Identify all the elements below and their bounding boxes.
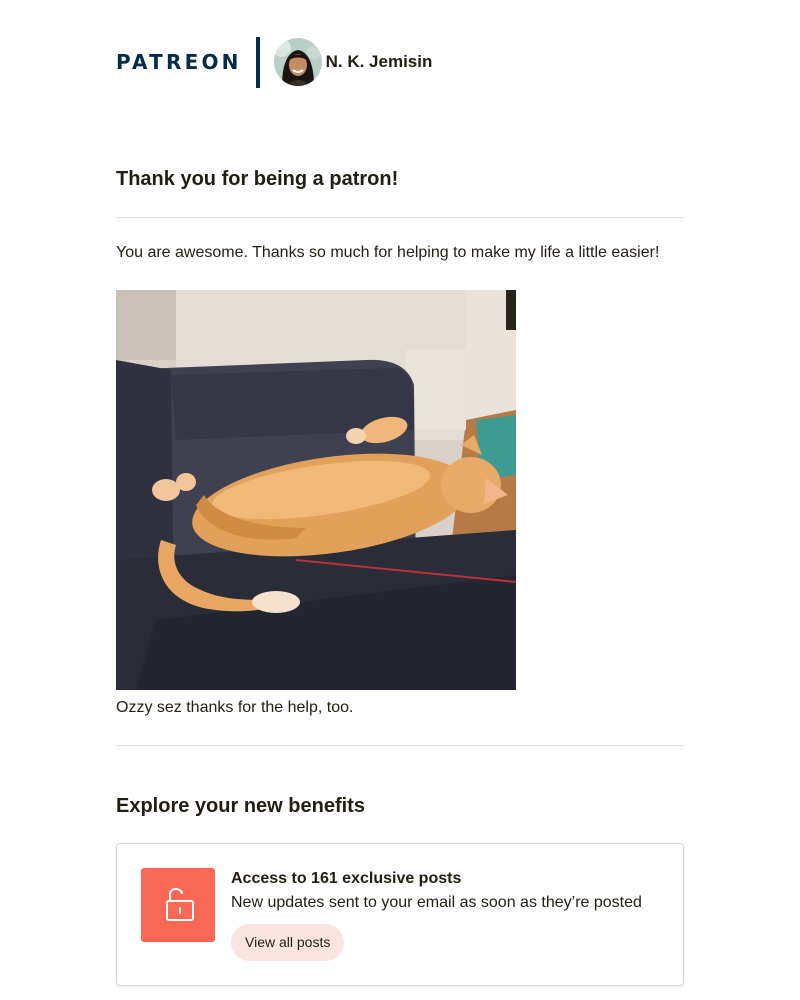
benefit-icon-tile: [141, 868, 215, 942]
thank-you-message: You are awesome. Thanks so much for help…: [116, 244, 660, 261]
unlock-icon: [158, 883, 198, 928]
creator-name[interactable]: N. K. Jemisin: [326, 52, 433, 72]
header-divider: [255, 36, 260, 88]
email-page: PATREON N. K. Jemisin Thank you for bein…: [0, 0, 800, 1000]
page-title: Thank you for being a patron!: [116, 168, 399, 190]
benefits-title: Explore your new benefits: [116, 795, 365, 817]
photo-caption: Ozzy sez thanks for the help, too.: [116, 699, 354, 716]
cat-photo: [116, 290, 516, 690]
avatar-image: [273, 38, 322, 86]
benefit-description: New updates sent to your email as soon a…: [231, 894, 642, 911]
benefit-card: Access to 161 exclusive posts New update…: [116, 843, 684, 986]
creator-avatar[interactable]: [273, 38, 322, 86]
view-all-posts-button[interactable]: View all posts: [231, 924, 345, 961]
benefit-heading: Access to 161 exclusive posts: [231, 870, 462, 887]
patreon-logo[interactable]: PATREON: [116, 52, 242, 72]
header: PATREON N. K. Jemisin: [116, 36, 432, 88]
divider-top: [116, 217, 684, 218]
divider-bottom: [116, 745, 684, 746]
